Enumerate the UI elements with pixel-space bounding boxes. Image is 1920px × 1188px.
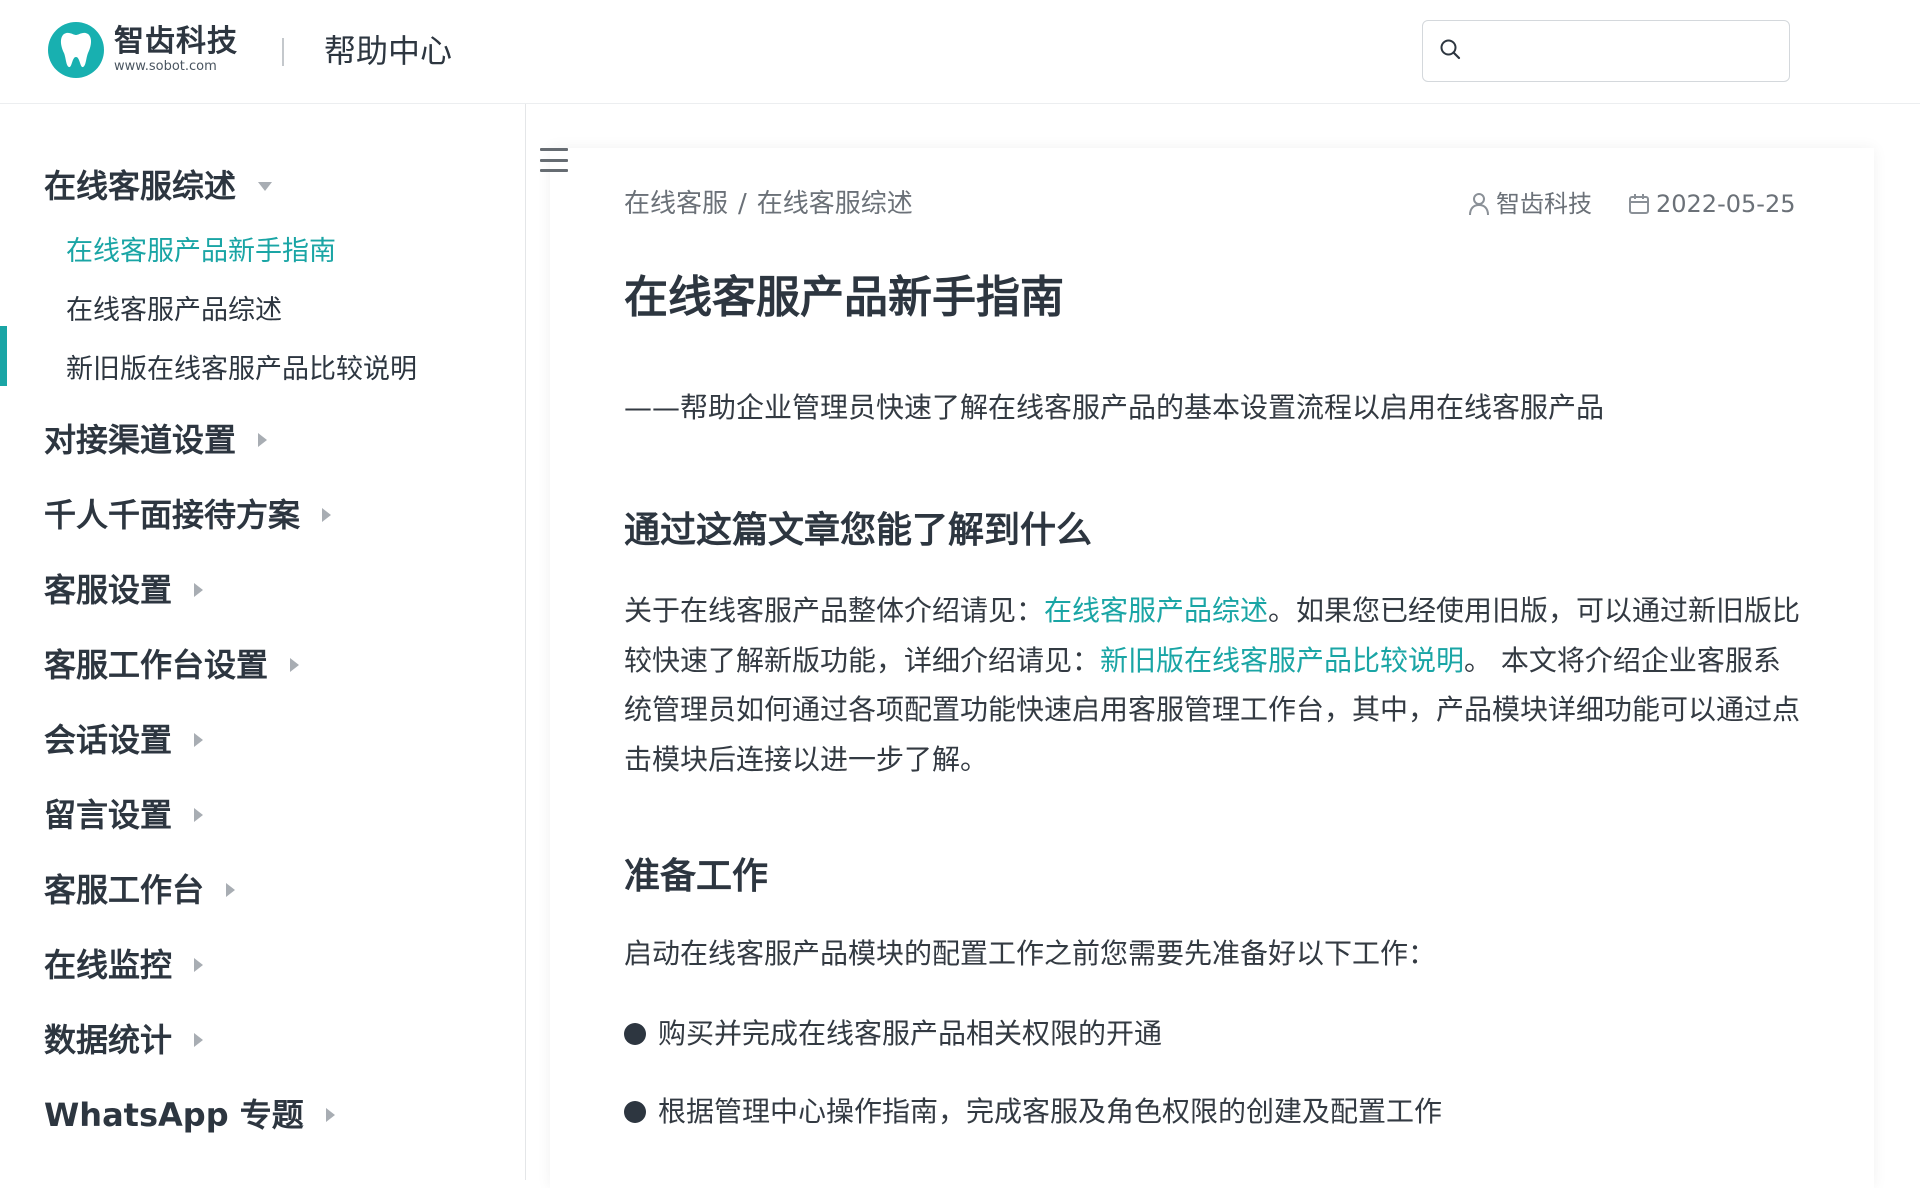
caret-right-icon (194, 583, 204, 597)
caret-right-icon (194, 733, 204, 747)
active-indicator (0, 326, 7, 386)
section-heading-what-you-learn: 通过这篇文章您能了解到什么 (624, 510, 1093, 551)
sidebar-item-newbie-guide[interactable]: 在线客服产品新手指南 (66, 234, 336, 270)
sidebar-group-label: 客服设置 (44, 571, 173, 609)
tooth-logo-icon (48, 22, 104, 78)
sidebar-group-personalized-reception[interactable]: 千人千面接待方案 (44, 495, 332, 535)
preparation-intro: 启动在线客服产品模块的配置工作之前您需要先准备好以下工作： (624, 937, 1437, 970)
sidebar-group-data-stats[interactable]: 数据统计 (44, 1020, 204, 1060)
breadcrumb: 在线客服 / 在线客服综述 (624, 186, 913, 222)
paragraph-text: 关于在线客服产品整体介绍请见： (624, 594, 1045, 627)
sidebar-group-label: 客服工作台 (44, 871, 205, 909)
sidebar-group-label: 千人千面接待方案 (44, 496, 301, 534)
caret-right-icon (194, 808, 204, 822)
sidebar-item-version-compare[interactable]: 新旧版在线客服产品比较说明 (66, 352, 417, 388)
search-box[interactable] (1422, 20, 1790, 82)
logo-url: www.sobot.com (114, 59, 217, 74)
help-center-title[interactable]: 帮助中心 (324, 30, 452, 72)
sidebar-group-label: 对接渠道设置 (44, 421, 237, 459)
bullet-dot-icon (624, 1101, 646, 1123)
link-version-compare[interactable]: 新旧版在线客服产品比较说明 (1100, 644, 1464, 677)
caret-right-icon (290, 658, 300, 672)
user-icon (1468, 192, 1490, 216)
sidebar-group-label: 数据统计 (44, 1021, 173, 1059)
sidebar-group-label: 留言设置 (44, 796, 173, 834)
breadcrumb-item[interactable]: 在线客服 (624, 189, 728, 219)
caret-right-icon (194, 958, 204, 972)
caret-right-icon (325, 1108, 335, 1122)
article-meta: 智齿科技 2022-05-25 (1468, 186, 1795, 222)
article-lead: ——帮助企业管理员快速了解在线客服产品的基本设置流程以启用在线客服产品 (624, 391, 1605, 424)
sidebar-group-label: 在线客服综述 (44, 167, 237, 205)
menu-toggle-icon[interactable] (540, 148, 568, 172)
sidebar-group-whatsapp[interactable]: WhatsApp 专题 (44, 1095, 335, 1135)
article-date: 2022-05-25 (1656, 190, 1796, 218)
intro-paragraph: 关于在线客服产品整体介绍请见：在线客服产品综述。如果您已经使用旧版，可以通过新旧… (624, 586, 1806, 784)
breadcrumb-separator: / (738, 189, 747, 219)
breadcrumb-item[interactable]: 在线客服综述 (757, 189, 913, 219)
sidebar-group-label: 客服工作台设置 (44, 646, 269, 684)
section-heading-preparation: 准备工作 (624, 856, 769, 897)
list-item-text: 根据管理中心操作指南，完成客服及角色权限的创建及配置工作 (658, 1095, 1443, 1128)
list-item: 根据管理中心操作指南，完成客服及角色权限的创建及配置工作 (624, 1092, 1442, 1132)
sidebar-group-label: WhatsApp 专题 (44, 1096, 304, 1134)
sidebar-group-channel-settings[interactable]: 对接渠道设置 (44, 420, 268, 460)
logo[interactable]: 智齿科技 www.sobot.com (48, 20, 238, 80)
caret-right-icon (258, 433, 268, 447)
sidebar-group-message-settings[interactable]: 留言设置 (44, 795, 204, 835)
header-divider (282, 38, 284, 66)
search-icon[interactable] (1439, 38, 1461, 64)
link-product-overview[interactable]: 在线客服产品综述 (1044, 594, 1268, 627)
sidebar-item-product-overview[interactable]: 在线客服产品综述 (66, 293, 282, 329)
caret-down-icon (258, 181, 273, 191)
sidebar-group-label: 会话设置 (44, 721, 173, 759)
sidebar-nav: 在线客服综述 在线客服产品新手指南 在线客服产品综述 新旧版在线客服产品比较说明… (0, 104, 526, 1180)
bullet-dot-icon (624, 1023, 646, 1045)
sidebar-group-workbench-settings[interactable]: 客服工作台设置 (44, 645, 300, 685)
top-header: 智齿科技 www.sobot.com 帮助中心 (0, 0, 1920, 104)
calendar-icon (1628, 193, 1650, 215)
caret-right-icon (194, 1033, 204, 1047)
article-title: 在线客服产品新手指南 (624, 272, 1064, 323)
sidebar-group-agent-workbench[interactable]: 客服工作台 (44, 870, 236, 910)
logo-name: 智齿科技 (114, 24, 238, 59)
list-item-text: 购买并完成在线客服产品相关权限的开通 (658, 1017, 1163, 1050)
sidebar-group-session-settings[interactable]: 会话设置 (44, 720, 204, 760)
caret-right-icon (226, 883, 236, 897)
sidebar-group-online-monitor[interactable]: 在线监控 (44, 945, 204, 985)
list-item: 购买并完成在线客服产品相关权限的开通 (624, 1014, 1162, 1054)
article-author: 智齿科技 (1496, 190, 1592, 218)
sidebar-group-label: 在线监控 (44, 946, 173, 984)
sidebar-group-online-overview[interactable]: 在线客服综述 (44, 166, 273, 206)
search-input[interactable] (1471, 31, 1789, 71)
sidebar-group-agent-settings[interactable]: 客服设置 (44, 570, 204, 610)
caret-right-icon (322, 508, 332, 522)
